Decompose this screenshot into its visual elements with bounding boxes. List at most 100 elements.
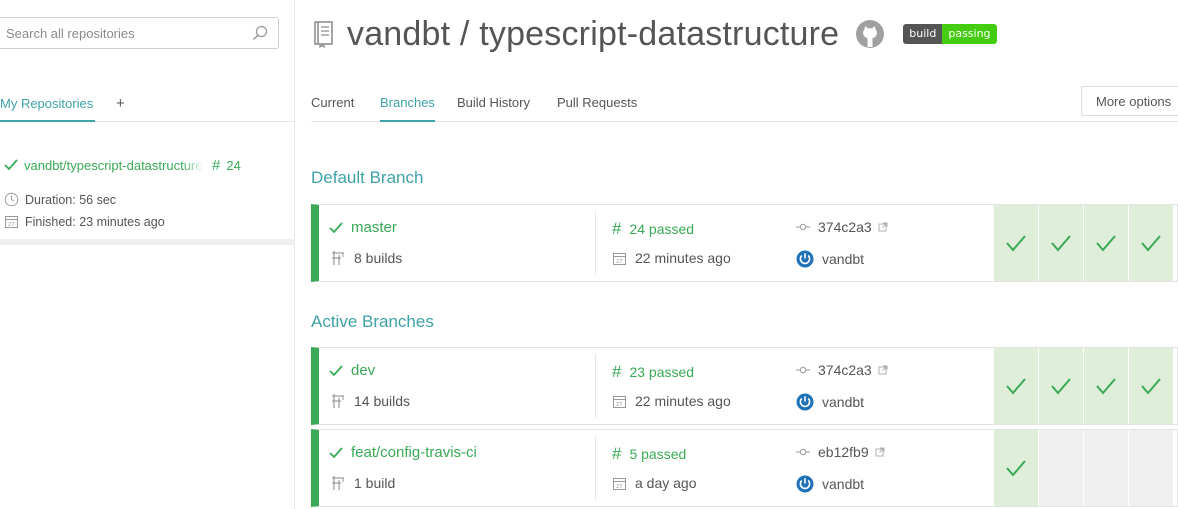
build-history-cell-passed[interactable] bbox=[994, 205, 1038, 281]
search-icon[interactable] bbox=[252, 25, 268, 41]
tab-current[interactable]: Current bbox=[311, 95, 354, 122]
external-link-icon[interactable] bbox=[878, 365, 888, 375]
branch-commit-cell: 374c2a3 bbox=[796, 362, 888, 378]
build-history-cell-passed[interactable] bbox=[1039, 205, 1083, 281]
calendar-icon: 27 bbox=[613, 252, 626, 265]
branch-status-cell: #5 passed bbox=[612, 444, 686, 464]
branch-row-dev[interactable]: dev 14 builds #23 passed 27 22 minutes ago 37… bbox=[311, 347, 1178, 425]
branch-row-feat-config-travis-ci[interactable]: feat/config-travis-ci 1 build #5 passed 27 a… bbox=[311, 429, 1178, 507]
repo-book-icon bbox=[314, 21, 333, 48]
commit-icon bbox=[796, 448, 810, 456]
branch-time-cell: 27 22 minutes ago bbox=[612, 393, 731, 409]
tab-branches[interactable]: Branches bbox=[380, 95, 435, 122]
default-branch-title: Default Branch bbox=[311, 168, 424, 187]
active-branches-title: Active Branches bbox=[311, 312, 434, 331]
duration-text: Duration: 56 sec bbox=[25, 192, 117, 207]
commit-sha-link[interactable]: eb12fb9 bbox=[818, 444, 869, 460]
build-history-strip bbox=[994, 205, 1174, 281]
calendar-icon: 27 bbox=[613, 477, 626, 490]
branch-time-cell: 27 22 minutes ago bbox=[612, 250, 731, 266]
external-link-icon[interactable] bbox=[875, 447, 885, 457]
calendar-icon: 27 bbox=[5, 216, 18, 228]
search-box[interactable] bbox=[0, 17, 279, 49]
build-history-cell-empty bbox=[1039, 430, 1083, 506]
branch-row-master[interactable]: master 8 builds #24 passed 27 22 minutes ago… bbox=[311, 204, 1178, 282]
commit-author: vandbt bbox=[822, 476, 865, 492]
build-history-cell-passed[interactable] bbox=[1039, 348, 1083, 424]
commit-sha-link[interactable]: 374c2a3 bbox=[818, 362, 872, 378]
calendar-icon: 27 bbox=[613, 395, 626, 408]
power-avatar-icon bbox=[796, 475, 814, 493]
clock-icon bbox=[4, 192, 19, 207]
branch-author-cell: vandbt bbox=[796, 393, 864, 411]
check-icon bbox=[329, 446, 343, 458]
branch-name-cell: feat/config-travis-ci bbox=[329, 444, 477, 461]
repo-build-number[interactable]: 24 bbox=[226, 158, 240, 173]
check-icon bbox=[1006, 377, 1026, 395]
build-history-cell-passed[interactable] bbox=[1129, 205, 1173, 281]
builds-icon bbox=[332, 251, 344, 265]
build-history-cell-passed[interactable] bbox=[994, 430, 1038, 506]
build-history-cell-empty bbox=[1129, 430, 1173, 506]
commit-sha-link[interactable]: 374c2a3 bbox=[818, 219, 872, 235]
hash-icon: # bbox=[612, 362, 622, 381]
commit-author: vandbt bbox=[822, 251, 865, 267]
svg-text:27: 27 bbox=[8, 222, 14, 228]
svg-text:27: 27 bbox=[616, 484, 622, 490]
hash-icon: # bbox=[212, 156, 221, 174]
branch-name-cell: master bbox=[329, 219, 397, 236]
more-options-button[interactable]: More options bbox=[1081, 86, 1178, 116]
external-link-icon[interactable] bbox=[878, 222, 888, 232]
tab-pull-requests[interactable]: Pull Requests bbox=[557, 95, 637, 122]
branch-name-link[interactable]: master bbox=[351, 219, 397, 236]
branch-author-cell: vandbt bbox=[796, 475, 864, 493]
build-history-cell-empty bbox=[1084, 430, 1128, 506]
row-divider bbox=[595, 436, 596, 500]
branch-builds-count: 8 builds bbox=[354, 250, 403, 266]
branch-build-status-link[interactable]: 23 passed bbox=[629, 364, 694, 380]
repo-tabs: Current Branches Build History Pull Requ… bbox=[311, 86, 1178, 122]
builds-icon bbox=[332, 394, 344, 408]
branch-time-cell: 27 a day ago bbox=[612, 475, 697, 491]
check-icon bbox=[1051, 234, 1071, 252]
branch-name-cell: dev bbox=[329, 362, 375, 379]
repo-card[interactable]: vandbt/typescript-datastructure # 24 Dur… bbox=[0, 148, 295, 245]
finished-text: Finished: 23 minutes ago bbox=[25, 214, 165, 229]
repo-line: vandbt/typescript-datastructure # 24 bbox=[4, 156, 241, 174]
branch-build-time: a day ago bbox=[635, 475, 697, 491]
build-status-badge[interactable]: build passing bbox=[903, 24, 997, 44]
branch-status-cell: #23 passed bbox=[612, 362, 694, 382]
badge-label: build bbox=[903, 24, 943, 44]
branch-build-time: 22 minutes ago bbox=[635, 250, 731, 266]
branch-build-status-link[interactable]: 5 passed bbox=[629, 446, 686, 462]
build-history-cell-passed[interactable] bbox=[994, 348, 1038, 424]
branch-build-status-link[interactable]: 24 passed bbox=[629, 221, 694, 237]
sidebar: My Repositories + vandbt/typescript-data… bbox=[0, 0, 295, 509]
add-repository-button[interactable]: + bbox=[116, 95, 125, 112]
commit-icon bbox=[796, 223, 810, 231]
branch-status-cell: #24 passed bbox=[612, 219, 694, 239]
tab-my-repositories[interactable]: My Repositories bbox=[0, 96, 96, 122]
build-history-cell-passed[interactable] bbox=[1129, 348, 1173, 424]
check-icon bbox=[1141, 234, 1161, 252]
github-icon[interactable] bbox=[855, 19, 885, 49]
branch-name-link[interactable]: dev bbox=[351, 362, 375, 379]
check-icon bbox=[1006, 459, 1026, 477]
build-history-cell-passed[interactable] bbox=[1084, 205, 1128, 281]
repo-finished: 27 Finished: 23 minutes ago bbox=[4, 214, 165, 229]
repo-name-link[interactable]: vandbt/typescript-datastructure bbox=[24, 157, 204, 173]
svg-text:27: 27 bbox=[616, 259, 622, 265]
check-icon bbox=[1096, 377, 1116, 395]
check-icon bbox=[1051, 377, 1071, 395]
sidebar-tabs: My Repositories + bbox=[0, 95, 295, 122]
power-avatar-icon bbox=[796, 393, 814, 411]
build-history-cell-passed[interactable] bbox=[1084, 348, 1128, 424]
commit-author: vandbt bbox=[822, 394, 865, 410]
search-input[interactable] bbox=[6, 18, 246, 48]
branch-builds-count: 14 builds bbox=[354, 393, 411, 409]
check-icon bbox=[329, 221, 343, 233]
tab-build-history[interactable]: Build History bbox=[457, 95, 530, 122]
commit-icon bbox=[796, 366, 810, 374]
branch-builds-cell: 1 build bbox=[331, 475, 395, 491]
branch-name-link[interactable]: feat/config-travis-ci bbox=[351, 444, 477, 461]
